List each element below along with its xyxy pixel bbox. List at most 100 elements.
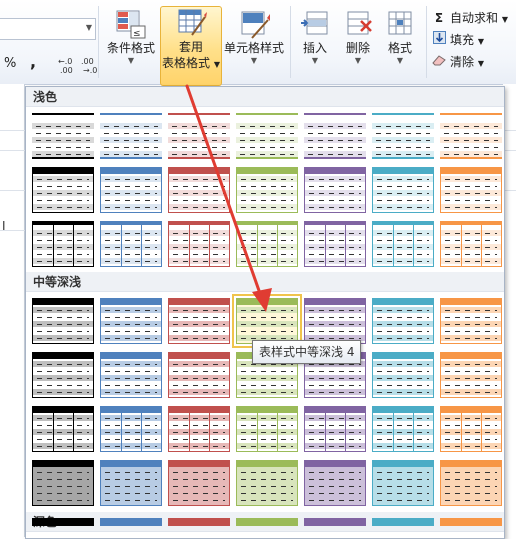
table-style-thumbnail[interactable] (100, 113, 162, 159)
table-style-thumbnail[interactable] (440, 460, 502, 506)
table-style-thumbnail-selected[interactable] (232, 294, 302, 348)
table-style-thumbnail[interactable] (236, 113, 298, 159)
thumbnail-dash-line (37, 247, 89, 248)
table-style-thumbnail[interactable] (100, 518, 162, 526)
worksheet-fragment[interactable]: I (0, 84, 25, 537)
thumbnail-column-line (73, 407, 74, 451)
table-style-thumbnail[interactable] (168, 167, 230, 213)
thumbnail-dash-line (241, 254, 293, 255)
table-style-thumbnail[interactable] (100, 221, 162, 267)
thumbnail-dash-line (172, 126, 226, 127)
thumbnail-header-bar (33, 353, 93, 359)
table-style-thumbnail[interactable] (372, 298, 434, 344)
table-style-thumbnail[interactable] (440, 518, 502, 526)
number-format-combo[interactable]: ▼ (0, 18, 96, 40)
thumbnail-dash-line (37, 324, 89, 325)
table-style-thumbnail[interactable] (304, 221, 366, 267)
table-style-thumbnail[interactable] (168, 460, 230, 506)
thumbnail-dash-line (37, 331, 89, 332)
thumbnail-dash-line (37, 479, 89, 480)
table-style-thumbnail[interactable] (236, 518, 298, 526)
table-style-thumbnail[interactable] (100, 167, 162, 213)
table-style-thumbnail[interactable] (100, 298, 162, 344)
table-style-thumbnail[interactable] (32, 167, 94, 213)
thumbnail-dash-line (377, 364, 429, 365)
table-style-thumbnail[interactable] (440, 298, 502, 344)
thumbnail-dash-line (173, 439, 225, 440)
table-style-thumbnail[interactable] (236, 221, 298, 267)
thumbnail-dash-line (173, 500, 225, 501)
percent-style-button[interactable]: % (4, 56, 16, 71)
table-style-thumbnail[interactable] (32, 518, 94, 526)
thumbnail-dash-line (173, 193, 225, 194)
thumbnail-dash-line (377, 179, 429, 180)
thumbnail-dash-line (241, 233, 293, 234)
thumbnail-dash-line (173, 493, 225, 494)
autosum-button[interactable]: Σ 自动求和 ▼ (432, 9, 508, 27)
thumbnail-dash-line (173, 446, 225, 447)
table-style-thumbnail[interactable] (32, 221, 94, 267)
table-style-thumbnail[interactable] (372, 167, 434, 213)
comma-style-button[interactable]: , (30, 52, 36, 71)
table-style-thumbnail[interactable] (168, 221, 230, 267)
thumbnail-dash-line (241, 338, 293, 339)
thumbnail-dash-line (105, 233, 157, 234)
cell-styles-button[interactable]: 单元格样式 ▼ (222, 8, 286, 66)
table-style-thumbnail[interactable] (440, 113, 502, 159)
thumbnail-dash-line (241, 486, 293, 487)
thumbnail-dash-line (445, 200, 497, 201)
table-style-thumbnail[interactable] (236, 406, 298, 452)
table-style-thumbnail[interactable] (304, 167, 366, 213)
table-style-thumbnail[interactable] (100, 352, 162, 398)
table-style-thumbnail[interactable] (100, 460, 162, 506)
table-style-thumbnail[interactable] (304, 518, 366, 526)
fill-button[interactable]: 填充 ▼ (432, 31, 484, 49)
table-style-thumbnail[interactable] (168, 298, 230, 344)
thumbnail-dash-line (308, 154, 362, 155)
table-style-thumbnail[interactable] (440, 352, 502, 398)
table-style-thumbnail[interactable] (440, 406, 502, 452)
thumbnail-header-bar (441, 353, 501, 359)
thumbnail-dash-line (104, 147, 158, 148)
format-as-table-button[interactable]: 套用 表格格式 ▼ (160, 6, 222, 86)
table-style-thumbnail[interactable] (304, 406, 366, 452)
table-style-thumbnail[interactable] (168, 113, 230, 159)
format-button[interactable]: 格式 ▼ (380, 8, 420, 66)
table-style-thumbnail[interactable] (100, 406, 162, 452)
table-style-thumbnail[interactable] (372, 460, 434, 506)
delete-button[interactable]: 删除 ▼ (338, 8, 378, 66)
table-style-thumbnail[interactable] (372, 221, 434, 267)
table-style-thumbnail[interactable] (304, 113, 366, 159)
thumbnail-dash-line (376, 140, 430, 141)
thumbnail-column-line (121, 407, 122, 451)
table-style-thumbnail[interactable] (372, 406, 434, 452)
table-style-thumbnail[interactable] (32, 460, 94, 506)
table-style-thumbnail[interactable] (32, 298, 94, 344)
increase-decimal-button[interactable]: ←.0 .00 (57, 56, 77, 77)
table-style-thumbnail[interactable] (304, 460, 366, 506)
table-style-thumbnail[interactable] (440, 221, 502, 267)
insert-button[interactable]: 插入 ▼ (295, 8, 335, 66)
thumbnail-dash-line (37, 432, 89, 433)
thumbnail-dash-line (173, 479, 225, 480)
table-style-thumbnail[interactable] (304, 298, 366, 344)
clear-button[interactable]: 清除 ▼ (432, 53, 484, 71)
table-style-thumbnail[interactable] (32, 352, 94, 398)
decrease-decimal-button[interactable]: .00 →.0 (80, 56, 100, 77)
table-style-thumbnail[interactable] (168, 406, 230, 452)
table-style-thumbnail[interactable] (372, 113, 434, 159)
table-style-thumbnail[interactable] (236, 460, 298, 506)
table-style-thumbnail[interactable] (372, 518, 434, 526)
table-style-thumbnail[interactable] (440, 167, 502, 213)
conditional-format-button[interactable]: ≤ 条件格式 ▼ (102, 8, 160, 66)
thumbnail-column-line (277, 222, 278, 266)
table-style-thumbnail[interactable] (168, 518, 230, 526)
thumbnail-dash-line (377, 446, 429, 447)
table-style-thumbnail[interactable] (32, 113, 94, 159)
table-style-thumbnail[interactable] (32, 406, 94, 452)
table-style-thumbnail[interactable] (236, 167, 298, 213)
thumbnail-dash-line (37, 493, 89, 494)
table-style-thumbnail[interactable] (168, 352, 230, 398)
table-style-thumbnail[interactable] (372, 352, 434, 398)
thumbnail-dash-line (241, 500, 293, 501)
